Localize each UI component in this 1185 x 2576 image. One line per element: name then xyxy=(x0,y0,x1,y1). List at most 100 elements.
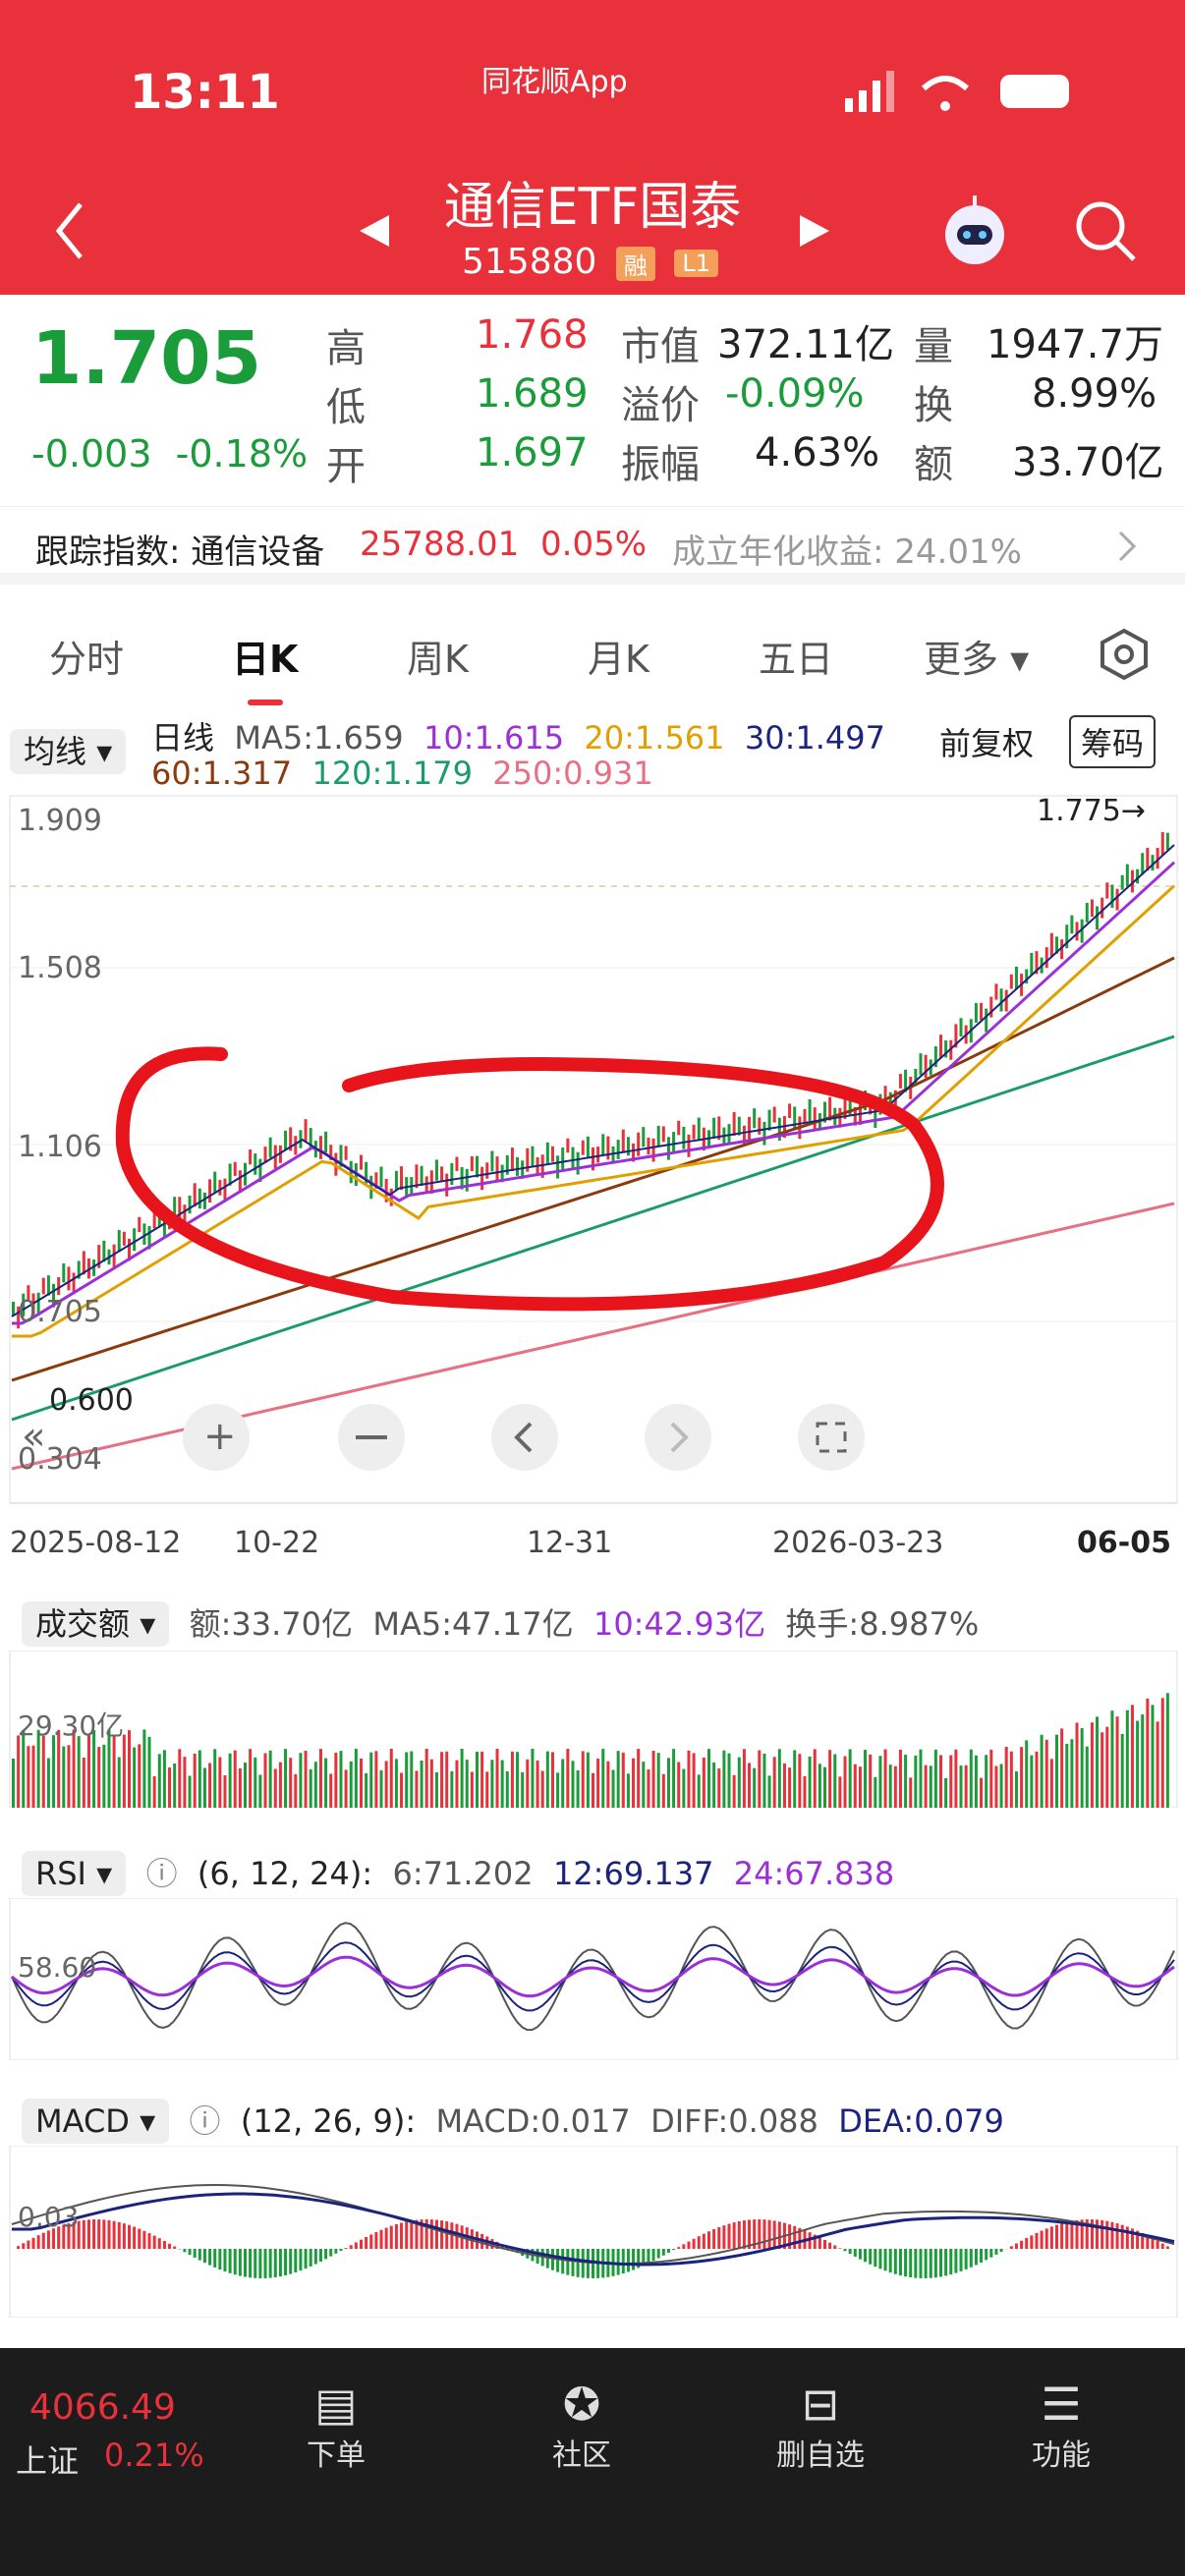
volume-bar xyxy=(318,1749,322,1808)
tab-active-indicator xyxy=(248,700,283,705)
nav-remove-watch[interactable]: ⊟ 删自选 xyxy=(722,2378,919,2474)
volume-select[interactable]: 成交额 ▾ xyxy=(22,1601,170,1647)
candle xyxy=(188,1195,192,1214)
macd-bar xyxy=(318,2249,322,2263)
help-icon[interactable]: ⓘ xyxy=(190,2102,221,2140)
candle xyxy=(1014,966,1018,989)
volume-bar xyxy=(606,1761,610,1808)
nav-community-label: 社区 xyxy=(552,2438,611,2473)
macd-bar xyxy=(36,2235,40,2249)
collapse-icon[interactable]: « xyxy=(22,1414,45,1459)
rsi-select[interactable]: RSI ▾ xyxy=(22,1851,127,1896)
volume-bar xyxy=(178,1749,182,1808)
volume-bar xyxy=(818,1764,821,1808)
tracking-index-bar[interactable]: 跟踪指数: 通信设备 25788.01 0.05% 成立年化收益: 24.01% xyxy=(0,506,1185,585)
volume-bar xyxy=(929,1765,932,1808)
volume-bar xyxy=(592,1772,594,1808)
candle xyxy=(571,1147,575,1170)
candle xyxy=(490,1150,494,1172)
help-icon[interactable]: ⓘ xyxy=(146,1855,178,1892)
ma20-value: 20:1.561 xyxy=(584,719,725,756)
macd-bar xyxy=(313,2249,317,2265)
macd-bar xyxy=(299,2249,303,2271)
index-value[interactable]: 4066.49 xyxy=(29,2387,176,2428)
macd-bar xyxy=(732,2222,736,2249)
candle xyxy=(233,1161,237,1176)
macd-header: MACD ▾ ⓘ (12, 26, 9): MACD:0.017 DIFF:0.… xyxy=(22,2097,1004,2144)
macd-bar xyxy=(173,2246,177,2249)
volume-bar xyxy=(788,1767,792,1808)
menu-icon: ☰ xyxy=(1041,2378,1082,2431)
scroll-right-button[interactable] xyxy=(645,1404,711,1471)
nav-order[interactable]: ▤ 下单 xyxy=(238,2378,434,2474)
volume-bar xyxy=(874,1776,877,1808)
volume-bar xyxy=(480,1751,484,1808)
nav-functions[interactable]: ☰ 功能 xyxy=(963,2378,1159,2474)
macd-bar xyxy=(339,2249,343,2251)
macd-bar xyxy=(682,2244,686,2249)
volume-bar xyxy=(682,1768,686,1808)
change-value: -0.003 xyxy=(31,432,152,476)
macd-bar xyxy=(883,2249,887,2271)
volume-bar xyxy=(420,1761,423,1808)
tab-weekly[interactable]: 周K xyxy=(407,629,469,683)
volume-bar xyxy=(924,1764,928,1808)
candle xyxy=(772,1106,776,1123)
header-bar: 13:11 同花顺App 通信ETF国泰 515880 融 L1 xyxy=(0,0,1185,295)
candle xyxy=(566,1138,570,1153)
macd-bar xyxy=(244,2249,247,2277)
macd-bar xyxy=(1035,2232,1039,2249)
chip-button[interactable]: 筹码 xyxy=(1069,715,1157,768)
ma-select[interactable]: 均线 ▾ xyxy=(10,727,127,774)
change-pct: -0.18% xyxy=(175,432,309,476)
fullscreen-button[interactable] xyxy=(798,1404,865,1471)
macd-select[interactable]: MACD ▾ xyxy=(22,2099,170,2144)
tab-monthly[interactable]: 月K xyxy=(588,629,649,683)
macd-bar xyxy=(360,2239,363,2249)
next-stock-icon[interactable] xyxy=(796,211,835,251)
volume-bar xyxy=(440,1752,444,1808)
high-marker: 1.775→ xyxy=(1037,794,1146,828)
volume-bar xyxy=(410,1751,414,1808)
volume-bar xyxy=(944,1777,948,1808)
macd-bar xyxy=(1105,2220,1109,2249)
candle xyxy=(445,1173,449,1197)
volume-bar xyxy=(677,1762,681,1808)
ma-select-label: 均线 xyxy=(24,733,87,770)
candle xyxy=(919,1053,923,1076)
adjust-toggle[interactable]: 前复权 xyxy=(939,719,1034,764)
volume-bar xyxy=(52,1735,56,1808)
macd-bar xyxy=(1009,2246,1013,2249)
volume-bar xyxy=(616,1751,620,1808)
candle xyxy=(677,1120,681,1136)
settings-icon[interactable] xyxy=(1097,627,1152,682)
ma-line-type: 日线 xyxy=(151,719,215,756)
volume-bar xyxy=(702,1757,705,1808)
volume-ma10: 10:42.93亿 xyxy=(592,1605,766,1643)
scroll-left-button[interactable] xyxy=(491,1404,558,1471)
volume-bar xyxy=(77,1736,81,1808)
macd-bar xyxy=(233,2249,237,2275)
kline-chart[interactable]: 1.909 1.508 1.106 0.705 0.600 0.304 1.77… xyxy=(0,791,1185,1577)
volume-bar xyxy=(1044,1739,1048,1808)
macd-bar xyxy=(1165,2246,1169,2249)
tab-more[interactable]: 更多 ▾ xyxy=(924,629,1029,683)
macd-bar xyxy=(712,2229,716,2249)
macd-bar xyxy=(1100,2219,1104,2249)
tab-intraday[interactable]: 分时 xyxy=(49,629,124,683)
volume-bar xyxy=(1080,1728,1084,1808)
candle xyxy=(666,1137,670,1160)
search-icon[interactable] xyxy=(1071,196,1140,265)
macd-bar xyxy=(379,2229,383,2249)
period-tabs: 分时 日K 周K 月K 五日 更多 ▾ xyxy=(0,599,1185,707)
volume-bar xyxy=(748,1763,752,1808)
volume-bar xyxy=(813,1749,817,1808)
macd-bar xyxy=(888,2249,892,2273)
volume-bar xyxy=(843,1756,847,1808)
tab-daily[interactable]: 日K xyxy=(232,629,298,683)
macd-bar xyxy=(666,2249,670,2253)
nav-community[interactable]: ✪ 社区 xyxy=(483,2378,680,2474)
robot-icon[interactable] xyxy=(935,192,1014,270)
tab-five-day[interactable]: 五日 xyxy=(759,629,833,683)
volume-bar xyxy=(1105,1726,1109,1808)
